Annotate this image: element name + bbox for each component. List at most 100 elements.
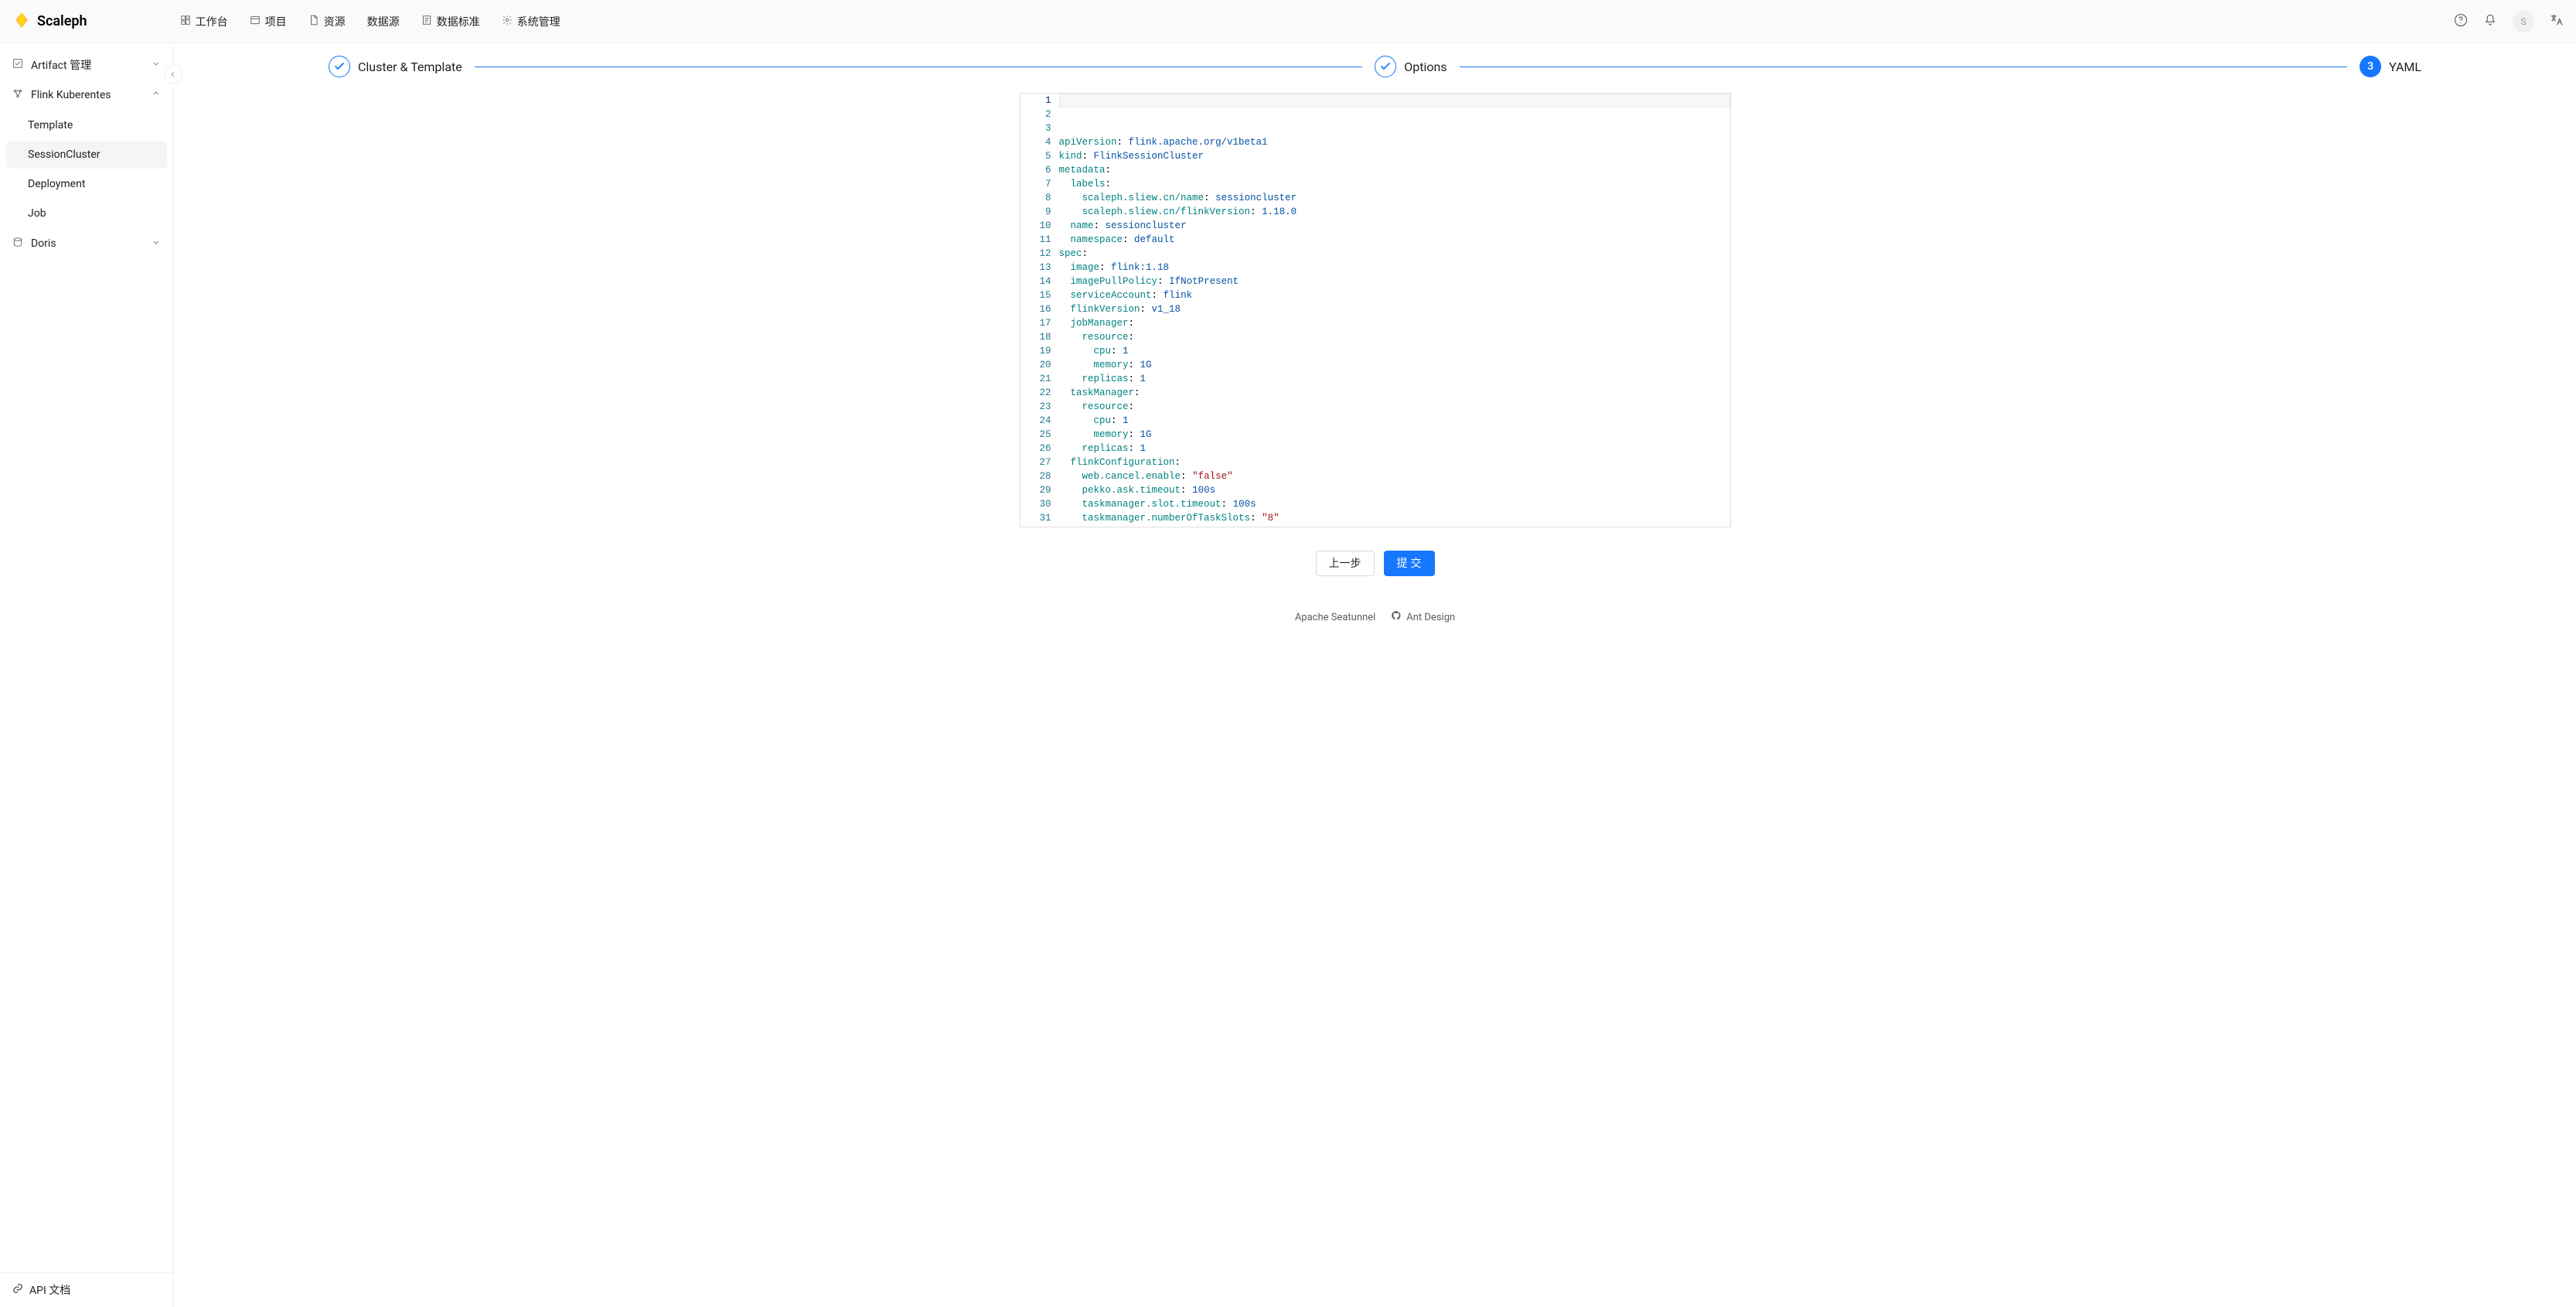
code-line: replicas: 1 [1059,372,1724,386]
language-icon[interactable] [2550,13,2564,30]
gutter-line: 14 [1024,275,1051,288]
step-icon: 3 [2360,56,2381,77]
editor-code[interactable]: apiVersion: flink.apache.org/v1beta1kind… [1059,94,1730,527]
step-icon [1375,56,1396,77]
gutter-line: 1 [1024,94,1051,107]
nav-item-3[interactable]: 数据源 [367,14,400,29]
sidebar-item-job[interactable]: Job [6,200,167,227]
code-line: spec: [1059,247,1724,261]
gutter-line: 24 [1024,414,1051,428]
standard-icon [421,15,432,29]
code-line: resource: [1059,330,1724,344]
code-line: cpu: 1 [1059,414,1724,428]
editor-active-line-highlight [1059,94,1730,107]
code-line: name: sessioncluster [1059,219,1724,233]
avatar-initial: S [2520,16,2526,27]
logo-icon [12,11,31,32]
footer-link-antdesign[interactable]: Ant Design [1391,610,1455,624]
sidebar-item-deployment[interactable]: Deployment [6,170,167,198]
sidebar-group-1[interactable]: Flink Kuberentes [6,80,167,110]
sidebar-item-sessioncluster[interactable]: SessionCluster [6,141,167,169]
sidebar-group-label: Doris [31,237,56,250]
code-line: apiVersion: flink.apache.org/v1beta1 [1059,135,1724,149]
nav-item-4[interactable]: 数据标准 [421,14,480,29]
code-line: memory: 1G [1059,428,1724,442]
gutter-line: 2 [1024,107,1051,121]
help-icon[interactable] [2454,13,2468,30]
gutter-line: 7 [1024,177,1051,191]
chevron-icon [152,237,161,250]
step-number: 3 [2367,60,2373,73]
logo-text: Scaleph [37,13,87,29]
nav-item-5[interactable]: 系统管理 [502,14,561,29]
editor-gutter: 1234567891011121314151617181920212223242… [1021,94,1059,527]
action-bar: 上一步 提交 [174,543,2576,599]
code-line: flinkVersion: v1_18 [1059,302,1724,316]
code-line: memory: 1G [1059,358,1724,372]
sidebar-group-0[interactable]: Artifact 管理 [6,49,167,80]
code-line: resource: [1059,400,1724,414]
bell-icon[interactable] [2483,13,2497,30]
project-icon [250,15,261,29]
gutter-line: 19 [1024,344,1051,358]
code-line: jobManager: [1059,316,1724,330]
nav-item-label: 项目 [265,14,287,29]
sidebar-group-2[interactable]: Doris [6,229,167,258]
code-line: web.cancel.enable: "false" [1059,469,1724,483]
submit-button[interactable]: 提交 [1384,551,1435,576]
gutter-line: 16 [1024,302,1051,316]
code-line: taskmanager.slot.timeout: 100s [1059,497,1724,511]
code-line: cpu: 1 [1059,344,1724,358]
gutter-line: 22 [1024,386,1051,400]
step-icon [329,56,350,77]
gutter-line: 29 [1024,483,1051,497]
yaml-editor[interactable]: – 12345678910111213141516171819202122232… [1020,93,1731,527]
workbench-icon [180,15,191,29]
gutter-line: 26 [1024,442,1051,456]
step-title: Options [1404,60,1446,74]
sidebar-menu: Artifact 管理 Flink Kuberentes TemplateSessi… [0,43,173,1272]
code-line: replicas: 1 [1059,442,1724,456]
code-line: flinkConfiguration: [1059,456,1724,469]
nav-item-0[interactable]: 工作台 [180,14,228,29]
code-line: taskmanager.numberOfTaskSlots: "8" [1059,511,1724,525]
chevron-icon [152,89,161,101]
sidebar-collapse-toggle[interactable] [164,65,182,84]
gutter-line: 20 [1024,358,1051,372]
step-2[interactable]: 3YAML [2360,56,2421,77]
github-icon [1391,610,1402,624]
gutter-line: 27 [1024,456,1051,469]
sidebar-footer-label: API 文档 [29,1282,70,1298]
nav-item-2[interactable]: 资源 [308,14,346,29]
gutter-line: 21 [1024,372,1051,386]
gutter-line: 5 [1024,149,1051,163]
gutter-line: 30 [1024,497,1051,511]
app-header: Scaleph 工作台 项目 资源 数据源 数据标准 系统管理 S [0,0,2576,43]
code-line: kind: FlinkSessionCluster [1059,149,1724,163]
sidebar-group-label: Artifact 管理 [31,57,91,73]
avatar[interactable]: S [2513,11,2534,32]
step-title: Cluster & Template [358,60,462,74]
step-0[interactable]: Cluster & Template [329,56,462,77]
footer-link-seatunnel[interactable]: Apache Seatunnel [1295,612,1375,623]
prev-button[interactable]: 上一步 [1316,551,1375,576]
logo[interactable]: Scaleph [12,11,87,32]
gutter-line: 23 [1024,400,1051,414]
step-1[interactable]: Options [1375,56,1446,77]
gutter-line: 28 [1024,469,1051,483]
gutter-line: 11 [1024,233,1051,247]
flink-icon [12,88,23,102]
steps: Cluster & Template Options 3YAML [329,56,2421,77]
gutter-line: 12 [1024,247,1051,261]
sidebar: Artifact 管理 Flink Kuberentes TemplateSessi… [0,43,174,1307]
nav-item-label: 工作台 [196,14,228,29]
nav-item-1[interactable]: 项目 [250,14,287,29]
sidebar-group-label: Flink Kuberentes [31,89,111,101]
code-line: scaleph.sliew.cn/flinkVersion: 1.18.0 [1059,205,1724,219]
code-line: labels: [1059,177,1724,191]
sidebar-footer-api-docs[interactable]: API 文档 [0,1272,173,1307]
gutter-line: 9 [1024,205,1051,219]
artifact-icon [12,58,23,72]
sidebar-item-template[interactable]: Template [6,111,167,139]
nav-item-label: 数据源 [367,14,400,29]
